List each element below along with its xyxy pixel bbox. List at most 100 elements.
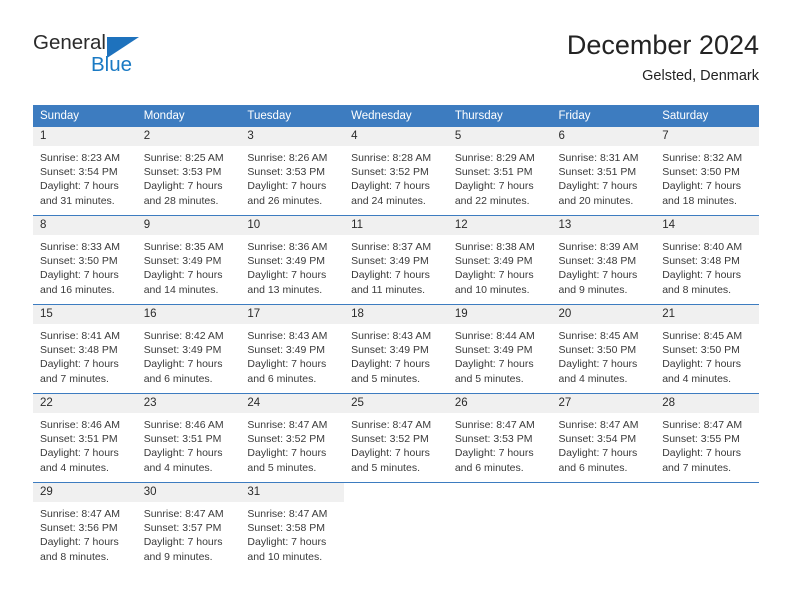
calendar-day-cell[interactable]: 24 Sunrise: 8:47 AM Sunset: 3:52 PM Dayligh… xyxy=(240,393,345,483)
day-cell-inner xyxy=(344,483,448,571)
calendar-day-cell[interactable]: 6 Sunrise: 8:31 AM Sunset: 3:51 PM Daylight… xyxy=(551,127,656,216)
calendar-day-cell[interactable]: 23 Sunrise: 8:46 AM Sunset: 3:51 PM Dayligh… xyxy=(136,393,241,483)
day-cell-inner: 25 Sunrise: 8:47 AM Sunset: 3:52 PM Dayligh… xyxy=(344,394,448,482)
calendar-day-cell[interactable]: 16 Sunrise: 8:42 AM Sunset: 3:49 PM Dayligh… xyxy=(136,304,241,394)
calendar-day-cell[interactable]: 19 Sunrise: 8:44 AM Sunset: 3:49 PM Dayligh… xyxy=(447,304,552,394)
day-number: 13 xyxy=(551,216,656,235)
calendar-page: General Blue December 2024 Gelsted, Denm… xyxy=(0,0,792,612)
day-detail-sunrise: Sunrise: 8:23 AM xyxy=(40,152,120,164)
calendar-day-cell[interactable]: 17 Sunrise: 8:43 AM Sunset: 3:49 PM Dayligh… xyxy=(240,304,345,394)
day-number: 27 xyxy=(551,394,656,413)
day-cell-inner: 27 Sunrise: 8:47 AM Sunset: 3:54 PM Dayligh… xyxy=(551,394,656,482)
calendar-day-cell[interactable]: 9 Sunrise: 8:35 AM Sunset: 3:49 PM Daylight… xyxy=(136,215,241,305)
day-cell-inner: 16 Sunrise: 8:42 AM Sunset: 3:49 PM Dayligh… xyxy=(136,305,241,393)
day-details xyxy=(344,502,448,507)
day-details: Sunrise: 8:44 AM Sunset: 3:49 PM Daylight:… xyxy=(448,324,552,386)
day-details: Sunrise: 8:26 AM Sunset: 3:53 PM Daylight:… xyxy=(240,146,344,208)
day-detail-sunset: Sunset: 3:51 PM xyxy=(40,433,118,446)
day-cell-inner: 14 Sunrise: 8:40 AM Sunset: 3:48 PM Dayligh… xyxy=(655,216,759,304)
day-details: Sunrise: 8:43 AM Sunset: 3:49 PM Daylight:… xyxy=(344,324,448,386)
day-detail-daylight2: and 24 minutes. xyxy=(351,194,426,207)
calendar-day-cell[interactable]: 14 Sunrise: 8:40 AM Sunset: 3:48 PM Dayligh… xyxy=(655,215,759,305)
day-detail-sunrise: Sunrise: 8:35 AM xyxy=(143,241,224,253)
day-details: Sunrise: 8:25 AM Sunset: 3:53 PM Daylight:… xyxy=(137,146,241,208)
day-details: Sunrise: 8:31 AM Sunset: 3:51 PM Daylight:… xyxy=(552,146,656,208)
day-cell-inner: 17 Sunrise: 8:43 AM Sunset: 3:49 PM Dayligh… xyxy=(240,305,345,393)
calendar-day-cell[interactable]: 2 Sunrise: 8:25 AM Sunset: 3:53 PM Daylight… xyxy=(136,127,241,216)
day-detail-daylight2: and 8 minutes. xyxy=(662,283,732,296)
day-detail-daylight2: and 5 minutes. xyxy=(351,461,420,474)
day-detail-sunrise: Sunrise: 8:45 AM xyxy=(662,330,743,342)
day-detail-daylight1: Daylight: 7 hours xyxy=(40,180,119,193)
calendar-day-cell[interactable]: 10 Sunrise: 8:36 AM Sunset: 3:49 PM Dayligh… xyxy=(240,215,345,305)
day-details xyxy=(448,502,552,507)
day-cell-inner: 28 Sunrise: 8:47 AM Sunset: 3:55 PM Dayligh… xyxy=(655,394,759,482)
day-detail-daylight2: and 8 minutes. xyxy=(40,550,109,563)
calendar-day-cell[interactable]: 29 Sunrise: 8:47 AM Sunset: 3:56 PM Dayligh… xyxy=(33,482,137,571)
day-number: 20 xyxy=(551,305,656,324)
day-number: 28 xyxy=(655,394,759,413)
calendar-day-cell[interactable]: 4 Sunrise: 8:28 AM Sunset: 3:52 PM Daylight… xyxy=(344,127,448,216)
day-detail-sunrise: Sunrise: 8:45 AM xyxy=(558,330,639,342)
calendar-day-cell[interactable]: 15 Sunrise: 8:41 AM Sunset: 3:48 PM Dayligh… xyxy=(33,304,137,394)
day-cell-inner: 18 Sunrise: 8:43 AM Sunset: 3:49 PM Dayligh… xyxy=(344,305,448,393)
day-detail-sunset: Sunset: 3:54 PM xyxy=(40,166,118,179)
calendar-day-cell[interactable]: 21 Sunrise: 8:45 AM Sunset: 3:50 PM Dayligh… xyxy=(655,304,759,394)
day-details: Sunrise: 8:47 AM Sunset: 3:52 PM Daylight:… xyxy=(344,413,448,475)
day-detail-daylight2: and 20 minutes. xyxy=(558,194,634,207)
day-number: 5 xyxy=(447,127,552,146)
calendar-day-cell[interactable]: 27 Sunrise: 8:47 AM Sunset: 3:54 PM Dayligh… xyxy=(551,393,656,483)
day-detail-daylight1: Daylight: 7 hours xyxy=(454,447,534,460)
day-number xyxy=(344,483,448,502)
day-number: 6 xyxy=(551,127,656,146)
day-number: 16 xyxy=(136,305,241,324)
calendar-day-cell[interactable]: 30 Sunrise: 8:47 AM Sunset: 3:57 PM Dayligh… xyxy=(136,482,241,571)
day-number: 22 xyxy=(33,394,137,413)
day-cell-inner: 23 Sunrise: 8:46 AM Sunset: 3:51 PM Dayligh… xyxy=(136,394,241,482)
day-detail-daylight2: and 31 minutes. xyxy=(40,194,115,207)
day-detail-sunrise: Sunrise: 8:26 AM xyxy=(247,152,328,164)
calendar-day-cell[interactable]: 18 Sunrise: 8:43 AM Sunset: 3:49 PM Dayligh… xyxy=(344,304,448,394)
day-detail-sunset: Sunset: 3:52 PM xyxy=(351,166,429,179)
day-detail-daylight2: and 11 minutes. xyxy=(351,283,426,296)
calendar-day-cell[interactable]: 1 Sunrise: 8:23 AM Sunset: 3:54 PM Daylight… xyxy=(33,127,137,216)
calendar-day-cell[interactable]: 8 Sunrise: 8:33 AM Sunset: 3:50 PM Daylight… xyxy=(33,215,137,305)
day-number xyxy=(655,483,759,502)
calendar-day-cell[interactable]: 5 Sunrise: 8:29 AM Sunset: 3:51 PM Daylight… xyxy=(447,127,552,216)
calendar-day-cell[interactable]: 7 Sunrise: 8:32 AM Sunset: 3:50 PM Daylight… xyxy=(655,127,759,216)
generalblue-logo[interactable]: General Blue xyxy=(33,32,163,84)
day-details: Sunrise: 8:40 AM Sunset: 3:48 PM Daylight:… xyxy=(655,235,759,297)
day-detail-daylight2: and 10 minutes. xyxy=(247,550,323,563)
day-details: Sunrise: 8:47 AM Sunset: 3:53 PM Daylight:… xyxy=(448,413,552,475)
weekday-header-sunday: Sunday xyxy=(33,105,137,127)
day-detail-daylight2: and 4 minutes. xyxy=(662,372,732,385)
calendar-day-cell[interactable]: 3 Sunrise: 8:26 AM Sunset: 3:53 PM Daylight… xyxy=(240,127,345,216)
day-details: Sunrise: 8:47 AM Sunset: 3:54 PM Daylight:… xyxy=(552,413,656,475)
calendar-day-cell[interactable]: 11 Sunrise: 8:37 AM Sunset: 3:49 PM Dayligh… xyxy=(344,215,448,305)
day-number: 15 xyxy=(33,305,137,324)
calendar-day-cell[interactable]: 25 Sunrise: 8:47 AM Sunset: 3:52 PM Dayligh… xyxy=(344,393,448,483)
day-details: Sunrise: 8:36 AM Sunset: 3:49 PM Daylight:… xyxy=(240,235,344,297)
day-detail-daylight1: Daylight: 7 hours xyxy=(351,180,430,193)
day-detail-sunset: Sunset: 3:58 PM xyxy=(247,522,326,535)
day-cell-inner: 4 Sunrise: 8:28 AM Sunset: 3:52 PM Daylight… xyxy=(344,127,448,215)
day-detail-sunrise: Sunrise: 8:41 AM xyxy=(40,330,120,342)
calendar-day-cell[interactable]: 28 Sunrise: 8:47 AM Sunset: 3:55 PM Dayligh… xyxy=(655,393,759,483)
day-detail-sunset: Sunset: 3:51 PM xyxy=(558,166,637,179)
day-detail-sunset: Sunset: 3:49 PM xyxy=(143,255,222,268)
calendar-cell-empty xyxy=(344,482,448,571)
day-detail-daylight2: and 4 minutes. xyxy=(143,461,213,474)
calendar-day-cell[interactable]: 13 Sunrise: 8:39 AM Sunset: 3:48 PM Dayligh… xyxy=(551,215,656,305)
page-title: December 2024 xyxy=(566,30,759,60)
weekday-header-wednesday: Wednesday xyxy=(344,105,448,127)
calendar-day-cell[interactable]: 12 Sunrise: 8:38 AM Sunset: 3:49 PM Dayligh… xyxy=(447,215,552,305)
calendar-day-cell[interactable]: 22 Sunrise: 8:46 AM Sunset: 3:51 PM Dayligh… xyxy=(33,393,137,483)
day-number: 25 xyxy=(344,394,448,413)
calendar-day-cell[interactable]: 31 Sunrise: 8:47 AM Sunset: 3:58 PM Dayligh… xyxy=(240,482,345,571)
day-detail-sunset: Sunset: 3:49 PM xyxy=(143,344,222,357)
calendar-day-cell[interactable]: 20 Sunrise: 8:45 AM Sunset: 3:50 PM Dayligh… xyxy=(551,304,656,394)
calendar-day-cell[interactable]: 26 Sunrise: 8:47 AM Sunset: 3:53 PM Dayligh… xyxy=(447,393,552,483)
day-number: 24 xyxy=(240,394,345,413)
day-cell-inner: 2 Sunrise: 8:25 AM Sunset: 3:53 PM Daylight… xyxy=(136,127,241,215)
day-detail-daylight1: Daylight: 7 hours xyxy=(247,447,327,460)
